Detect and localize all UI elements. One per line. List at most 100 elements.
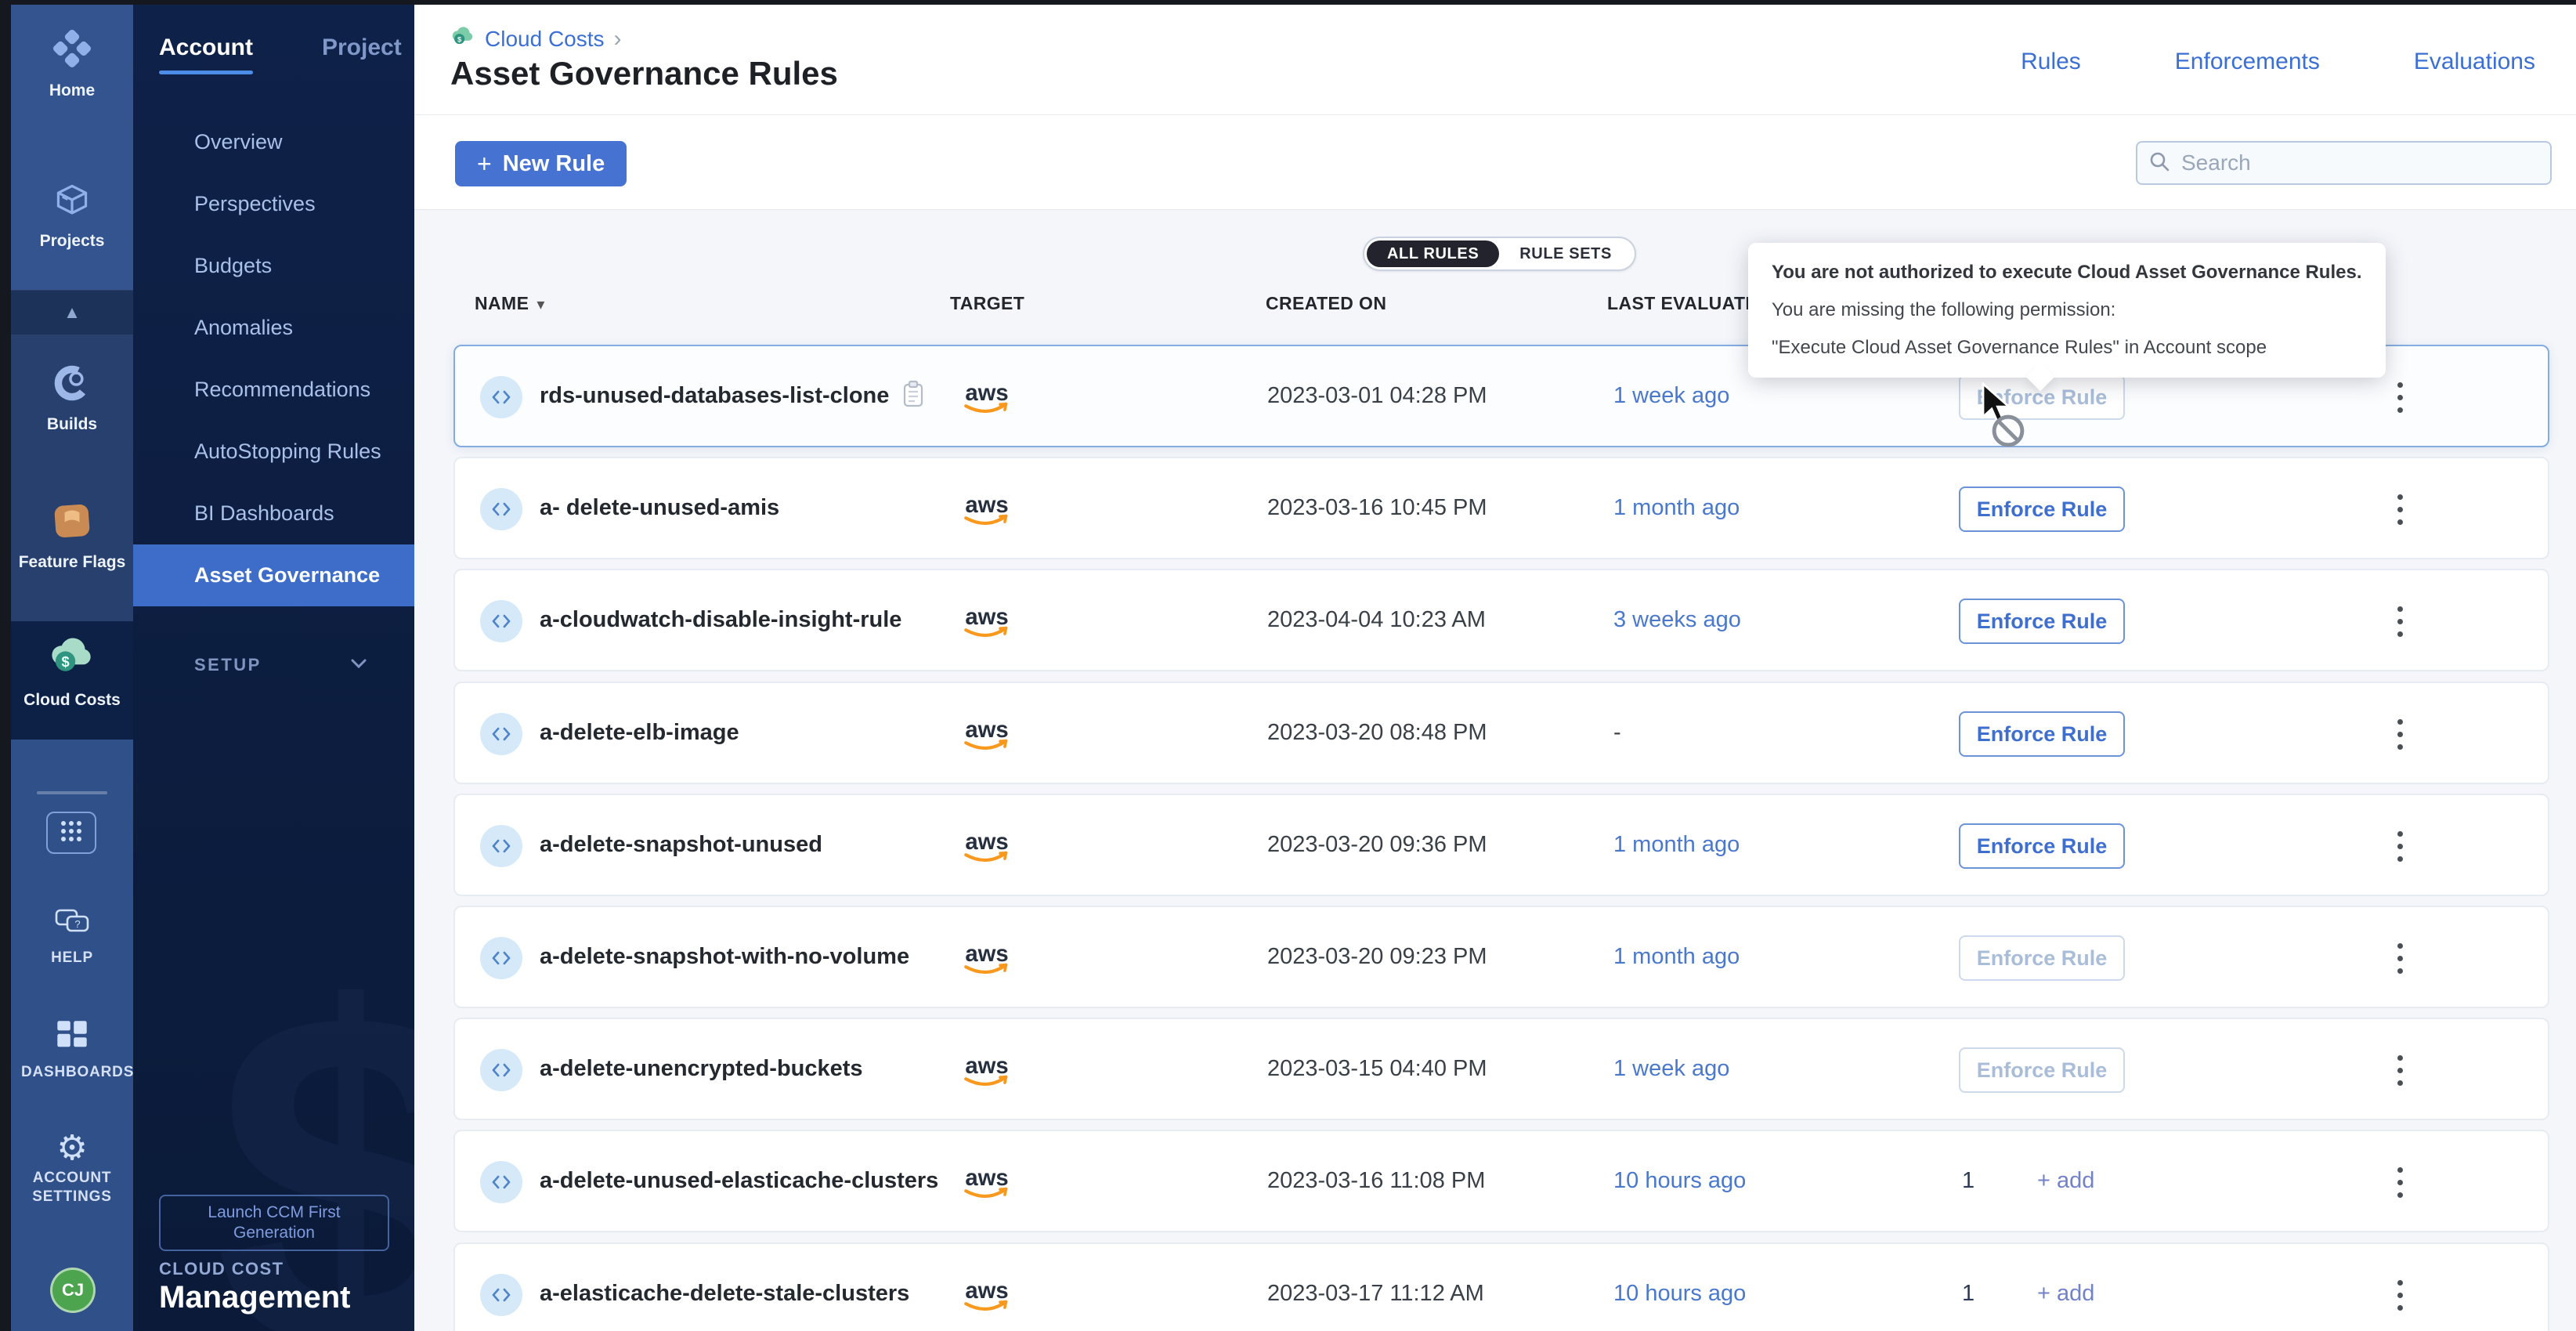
row-menu-icon[interactable] (2380, 1157, 2419, 1207)
rail-collapse-strip[interactable]: ▲ (11, 290, 133, 335)
tab-project[interactable]: Project (322, 34, 402, 74)
last-evaluation-link[interactable]: 1 month ago (1613, 907, 1740, 1007)
module-feature-flags[interactable]: Feature Flags (11, 500, 133, 572)
sidebar-item-overview[interactable]: Overview (133, 111, 414, 173)
last-evaluation-link[interactable]: 1 month ago (1613, 458, 1740, 558)
row-menu-icon[interactable] (2380, 372, 2419, 422)
aws-logo: aws (956, 1244, 1017, 1331)
rule-icon (480, 600, 522, 642)
rule-name[interactable]: a- delete-unused-amis (540, 495, 779, 521)
new-rule-button[interactable]: + New Rule (455, 141, 627, 186)
svg-text:aws: aws (965, 1278, 1008, 1303)
permission-tooltip: You are not authorized to execute Cloud … (1748, 243, 2386, 378)
tab-account[interactable]: Account (159, 34, 253, 74)
module-builds[interactable]: Builds (11, 362, 133, 434)
sidebar-nav-list: Overview Perspectives Budgets Anomalies … (133, 111, 414, 606)
rule-name[interactable]: rds-unused-databases-list-clone (540, 383, 889, 409)
table-row[interactable]: a-delete-snapshot-with-no-volume aws 202… (453, 906, 2549, 1008)
last-evaluation-link[interactable]: 1 month ago (1613, 795, 1740, 895)
row-menu-icon[interactable] (2380, 484, 2419, 534)
table-row[interactable]: a-delete-unencrypted-buckets aws 2023-03… (453, 1018, 2549, 1120)
last-evaluation-link[interactable]: 10 hours ago (1613, 1131, 1746, 1231)
sidebar-item-autostopping-rules[interactable]: AutoStopping Rules (133, 421, 414, 483)
rule-name[interactable]: a-delete-unused-elasticache-clusters (540, 1168, 938, 1194)
avatar-initials: CJ (62, 1280, 84, 1300)
enforce-rule-button[interactable]: Enforce Rule (1959, 935, 2125, 981)
table-row[interactable]: a-delete-unused-elasticache-clusters aws… (453, 1130, 2549, 1232)
enforce-rule-button[interactable]: Enforce Rule (1959, 711, 2125, 757)
sidebar-item-anomalies[interactable]: Anomalies (133, 297, 414, 359)
module-home-label: Home (49, 81, 95, 100)
aws-logo: aws (956, 795, 1017, 895)
rule-name[interactable]: a-delete-snapshot-with-no-volume (540, 944, 909, 970)
created-on-value: 2023-03-16 11:08 PM (1267, 1131, 1485, 1231)
tooltip-line-3: "Execute Cloud Asset Governance Rules" i… (1772, 337, 2362, 359)
sidebar-setup-section[interactable]: SETUP (133, 641, 414, 689)
sidebar-item-asset-governance[interactable]: Asset Governance (133, 544, 414, 606)
aws-logo: aws (956, 683, 1017, 783)
last-evaluation-link[interactable]: 3 weeks ago (1613, 570, 1741, 670)
rule-name[interactable]: a-delete-snapshot-unused (540, 832, 822, 858)
rule-icon (480, 937, 522, 979)
segment-all-rules[interactable]: ALL RULES (1367, 241, 1499, 267)
rail-help[interactable]: ? HELP (11, 906, 133, 968)
module-projects[interactable]: Projects (11, 179, 133, 251)
enforce-rule-button[interactable]: Enforce Rule (1959, 486, 2125, 532)
table-row[interactable]: a-delete-snapshot-unused aws 2023-03-20 … (453, 794, 2549, 896)
add-enforcement-link[interactable]: + add (2037, 1244, 2094, 1331)
table-row[interactable]: a-elasticache-delete-stale-clusters aws … (453, 1242, 2549, 1331)
column-header-name[interactable]: NAME▾ (475, 293, 545, 314)
sidebar-item-budgets[interactable]: Budgets (133, 235, 414, 297)
last-evaluation-link[interactable]: - (1613, 683, 1621, 783)
row-menu-icon[interactable] (2380, 596, 2419, 646)
link-enforcements[interactable]: Enforcements (2175, 49, 2320, 75)
row-menu-icon[interactable] (2380, 709, 2419, 759)
table-row[interactable]: a-delete-elb-image aws 2023-03-20 08:48 … (453, 682, 2549, 784)
tooltip-line-1: You are not authorized to execute Cloud … (1772, 262, 2362, 284)
sidebar-item-bi-dashboards[interactable]: BI Dashboards (133, 483, 414, 544)
breadcrumb-separator: › (614, 26, 622, 52)
row-menu-icon[interactable] (2380, 1270, 2419, 1320)
link-evaluations[interactable]: Evaluations (2414, 49, 2535, 75)
svg-text:aws: aws (965, 941, 1008, 966)
aws-logo: aws (956, 458, 1017, 558)
module-picker-button[interactable] (46, 812, 96, 854)
row-menu-icon[interactable] (2380, 933, 2419, 983)
copy-icon[interactable] (901, 379, 925, 413)
sidebar-item-perspectives[interactable]: Perspectives (133, 173, 414, 235)
help-chat-icon: ? (53, 906, 91, 944)
enforce-rule-button[interactable]: Enforce Rule (1959, 599, 2125, 644)
rail-account-settings[interactable]: ⚙ ACCOUNT SETTINGS (11, 1131, 133, 1206)
search-input[interactable] (2180, 150, 2539, 176)
user-avatar[interactable]: CJ (50, 1268, 96, 1313)
breadcrumb-cloud-costs[interactable]: Cloud Costs (485, 27, 605, 52)
segment-rule-sets[interactable]: RULE SETS (1499, 241, 1632, 267)
link-rules[interactable]: Rules (2021, 49, 2081, 75)
enforce-rule-button[interactable]: Enforce Rule (1959, 823, 2125, 869)
table-row[interactable]: a-cloudwatch-disable-insight-rule aws 20… (453, 569, 2549, 671)
svg-text:$: $ (457, 35, 462, 44)
launch-ccm-first-gen-button[interactable]: Launch CCM First Generation (159, 1195, 389, 1251)
last-evaluation-link[interactable]: 1 week ago (1613, 346, 1729, 446)
rule-name[interactable]: a-elasticache-delete-stale-clusters (540, 1281, 909, 1307)
rail-dashboards[interactable]: DASHBOARDS (11, 1018, 133, 1082)
table-row[interactable]: a- delete-unused-amis aws 2023-03-16 10:… (453, 457, 2549, 559)
rule-name[interactable]: a-delete-elb-image (540, 720, 739, 746)
row-menu-icon[interactable] (2380, 821, 2419, 871)
last-evaluation-link[interactable]: 1 week ago (1613, 1019, 1729, 1119)
module-home[interactable]: Home (11, 27, 133, 100)
sidebar-item-recommendations[interactable]: Recommendations (133, 359, 414, 421)
module-cloud-costs[interactable]: $ Cloud Costs (11, 631, 133, 710)
add-enforcement-link[interactable]: + add (2037, 1131, 2094, 1231)
row-menu-icon[interactable] (2380, 1045, 2419, 1095)
enforce-rule-button[interactable]: Enforce Rule (1959, 1047, 2125, 1093)
rule-name[interactable]: a-cloudwatch-disable-insight-rule (540, 607, 901, 633)
projects-cube-icon (51, 179, 93, 225)
rule-name[interactable]: a-delete-unencrypted-buckets (540, 1056, 863, 1082)
svg-text:aws: aws (965, 1053, 1008, 1078)
harness-logo-icon (50, 27, 94, 74)
last-evaluation-link[interactable]: 10 hours ago (1613, 1244, 1746, 1331)
rule-icon (480, 488, 522, 530)
page-header: $ Cloud Costs › Asset Governance Rules R… (414, 5, 2576, 115)
toolbar: + New Rule (414, 115, 2576, 210)
